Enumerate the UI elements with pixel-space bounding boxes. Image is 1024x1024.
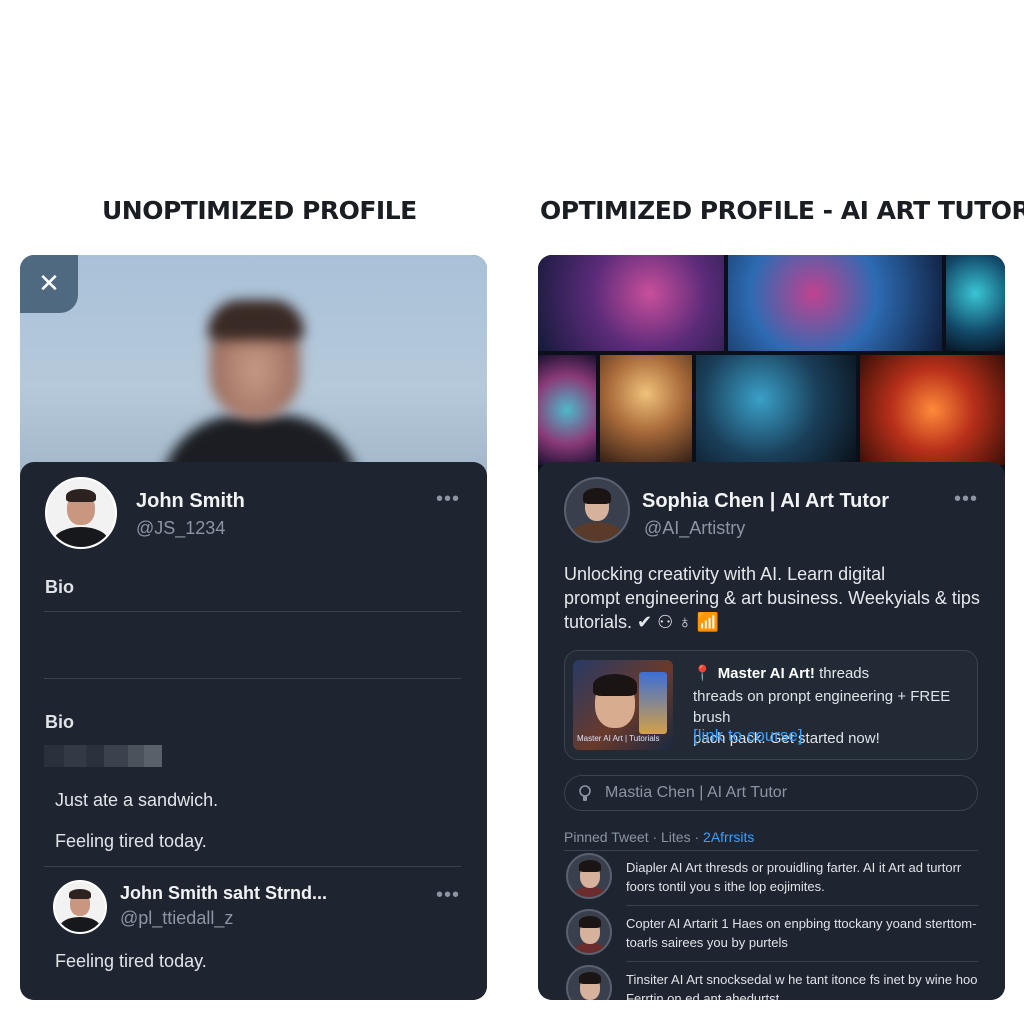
profile-card: Sophia Chen | AI Art Tutor @AI_Artistry …: [538, 462, 1005, 1000]
divider: [564, 850, 978, 851]
more-icon[interactable]: •••: [436, 488, 460, 511]
bio-label: Bio: [45, 577, 74, 597]
search-placeholder: Mastia Chen | AI Art Tutor: [605, 784, 788, 801]
art-tile: [600, 355, 692, 465]
blurred-hair: [208, 300, 304, 340]
bio-line: Unlocking creativity with AI. Learn digi…: [564, 564, 886, 584]
pinned-tweet-meta: Pinned Tweet · Lites · 2Afrrsits: [564, 829, 755, 845]
optimized-heading: OPTIMIZED PROFILE - AI ART TUTOR: [540, 196, 1024, 225]
promo-title: 📍 Master AI Art! threads: [693, 665, 870, 682]
reply-avatar[interactable]: [53, 880, 107, 934]
tweet-avatar[interactable]: [566, 853, 612, 899]
bio-line: prompt engineering & art business. Weeky…: [564, 588, 980, 608]
art-tile: [538, 355, 596, 465]
divider: [626, 961, 978, 962]
unoptimized-profile-panel: ✕ John Smith @JS_1234 ••• Bio Bio Just a…: [20, 255, 487, 1000]
pinned-course-card[interactable]: Master AI Art | Tutorials 📍 Master AI Art…: [564, 650, 978, 760]
art-tile: [860, 355, 1005, 465]
more-icon[interactable]: •••: [954, 488, 978, 511]
tweet-avatar[interactable]: [566, 909, 612, 955]
divider: [44, 678, 461, 679]
more-icon[interactable]: •••: [436, 884, 460, 907]
tweet-text: Diapler AI Art thresds or prouidling far…: [626, 860, 962, 875]
course-link[interactable]: [link to course]: [693, 726, 803, 746]
divider: [626, 905, 978, 906]
blurred-banner-photo: [20, 255, 487, 495]
art-tile: [946, 255, 1005, 351]
optimized-profile-panel: Sophia Chen | AI Art Tutor @AI_Artistry …: [538, 255, 1005, 1000]
search-input[interactable]: Mastia Chen | AI Art Tutor: [564, 775, 978, 811]
search-icon: [579, 785, 591, 801]
art-tile: [728, 255, 942, 351]
reply-text: Feeling tired today.: [55, 951, 207, 971]
profile-handle: @AI_Artistry: [644, 518, 746, 538]
thumbnail-caption: Master AI Art | Tutorials: [577, 734, 660, 743]
profile-handle: @JS_1234: [136, 518, 226, 538]
art-tile: [696, 355, 856, 465]
avatar[interactable]: [45, 477, 117, 549]
divider: [44, 866, 461, 867]
bio-line: tutorials. ✔ ⚇ ♁ 📶: [564, 612, 720, 632]
reply-name: John Smith saht Strnd...: [120, 883, 328, 903]
post-text: Feeling tired today.: [55, 831, 207, 851]
tweet-text: Tinsiter AI Art snocksedal w he tant ito…: [626, 972, 978, 987]
tweet-text: Ferrtin on ed ant ahedurtst.: [626, 991, 783, 1000]
avatar[interactable]: [564, 477, 630, 543]
tweet-text: toarls sairees you by purtels: [626, 935, 788, 950]
close-icon[interactable]: ✕: [20, 255, 78, 313]
profile-card: John Smith @JS_1234 ••• Bio Bio Just ate…: [20, 462, 487, 1000]
pixelated-redaction: [44, 745, 162, 767]
post-text: Just ate a sandwich.: [55, 790, 219, 810]
reply-handle: @pl_ttiedall_z: [120, 908, 234, 928]
divider: [44, 611, 461, 612]
course-thumbnail: Master AI Art | Tutorials: [573, 660, 673, 750]
tweet-avatar[interactable]: [566, 965, 612, 1000]
tweet-text: foors tontil you s ithe lop eojimites.: [626, 879, 825, 894]
bio-label: Bio: [45, 712, 74, 732]
profile-name: John Smith: [136, 490, 245, 512]
profile-bio: Unlocking creativity with AI. Learn digi…: [564, 562, 984, 634]
pin-icon: 📍: [693, 665, 712, 682]
pinned-accent-link[interactable]: 2Afrrsits: [703, 829, 754, 845]
ai-art-banner-collage: [538, 255, 1005, 495]
tweet-text: Copter AI Artarit 1 Haes on enpbing ttoc…: [626, 916, 977, 931]
art-tile: [538, 255, 724, 351]
unoptimized-heading: UNOPTIMIZED PROFILE: [102, 196, 417, 225]
profile-name: Sophia Chen | AI Art Tutor: [642, 490, 890, 512]
